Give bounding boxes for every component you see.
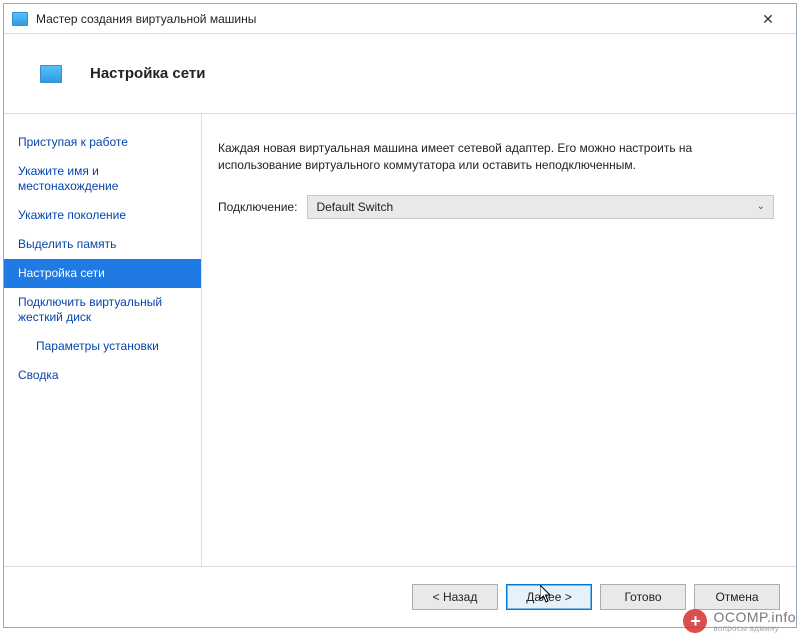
- app-icon: [12, 12, 28, 26]
- step-getting-started[interactable]: Приступая к работе: [4, 128, 201, 157]
- step-summary[interactable]: Сводка: [4, 361, 201, 390]
- wizard-header: Настройка сети: [4, 34, 796, 114]
- cancel-button[interactable]: Отмена: [694, 584, 780, 610]
- titlebar: Мастер создания виртуальной машины ✕: [4, 4, 796, 34]
- chevron-down-icon: ⌄: [757, 201, 765, 212]
- wizard-body: Приступая к работе Укажите имя и местона…: [4, 114, 796, 566]
- connection-row: Подключение: Default Switch ⌄: [218, 195, 774, 219]
- connection-dropdown[interactable]: Default Switch ⌄: [307, 195, 774, 219]
- step-name-location[interactable]: Укажите имя и местонахождение: [4, 157, 201, 201]
- step-install-options[interactable]: Параметры установки: [4, 332, 201, 361]
- step-network[interactable]: Настройка сети: [4, 259, 201, 288]
- step-description: Каждая новая виртуальная машина имеет се…: [218, 140, 774, 175]
- window-title: Мастер создания виртуальной машины: [36, 12, 748, 26]
- back-button[interactable]: < Назад: [412, 584, 498, 610]
- wizard-footer: < Назад Далее > Готово Отмена: [4, 566, 796, 626]
- finish-button[interactable]: Готово: [600, 584, 686, 610]
- step-memory[interactable]: Выделить память: [4, 230, 201, 259]
- wizard-window: Мастер создания виртуальной машины ✕ Нас…: [3, 3, 797, 628]
- header-icon: [40, 65, 62, 83]
- next-button[interactable]: Далее >: [506, 584, 592, 610]
- step-generation[interactable]: Укажите поколение: [4, 201, 201, 230]
- close-button[interactable]: ✕: [748, 5, 788, 33]
- wizard-steps-sidebar: Приступая к работе Укажите имя и местона…: [4, 114, 202, 566]
- connection-label: Подключение:: [218, 200, 297, 214]
- connection-value: Default Switch: [316, 200, 393, 214]
- step-disk[interactable]: Подключить виртуальный жесткий диск: [4, 288, 201, 332]
- page-title: Настройка сети: [90, 65, 205, 82]
- wizard-content: Каждая новая виртуальная машина имеет се…: [202, 114, 796, 566]
